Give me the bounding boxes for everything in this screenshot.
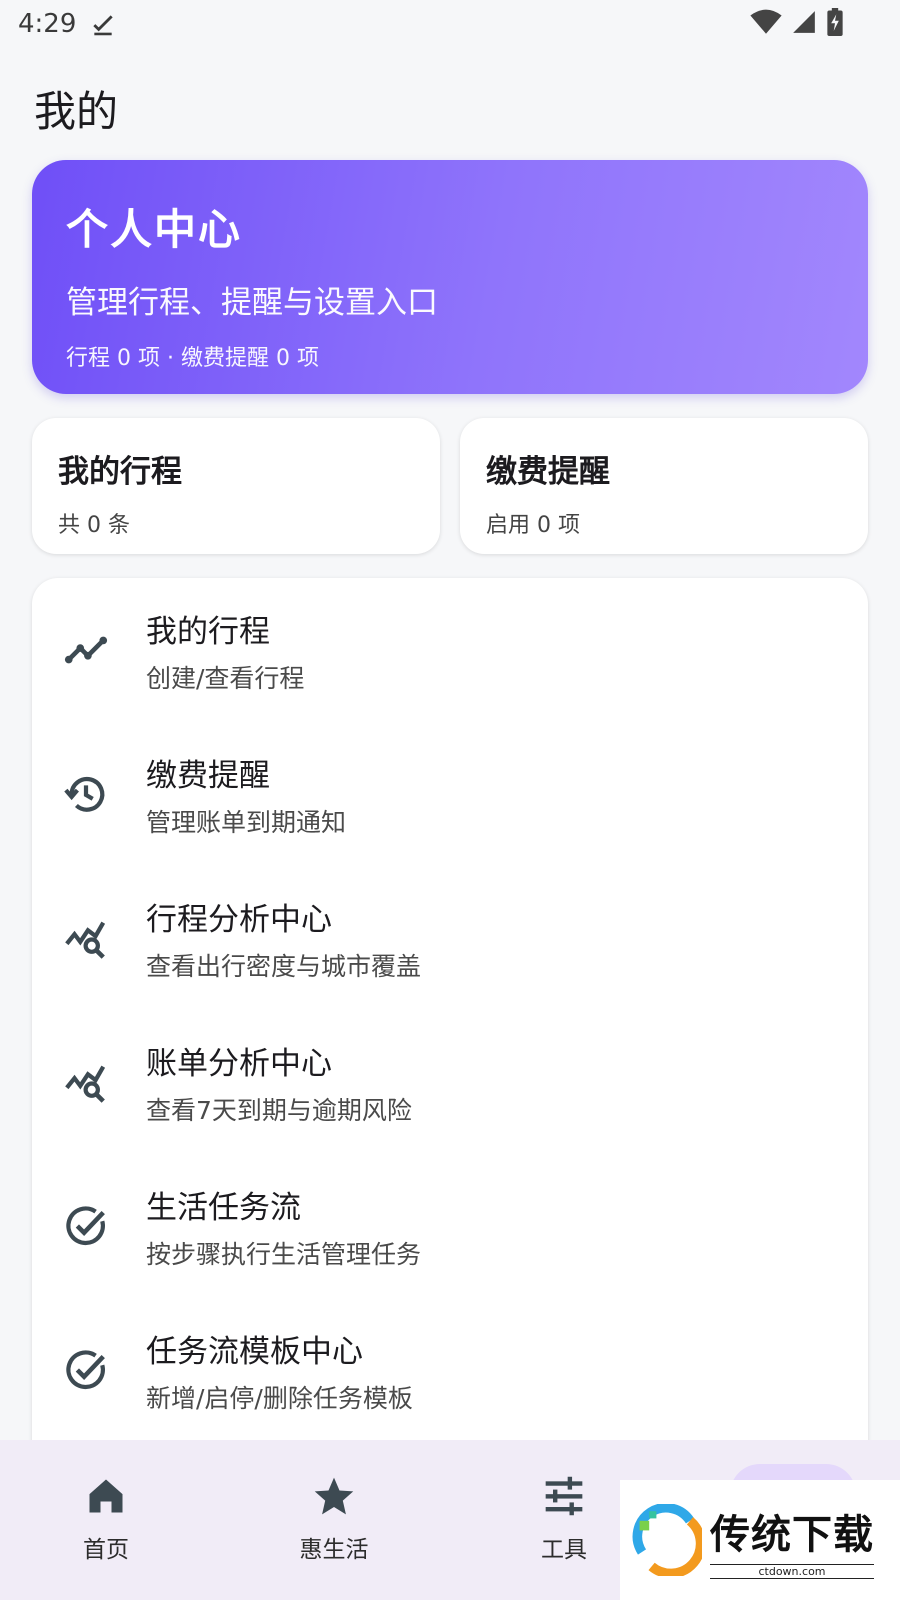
profile-hero-card: 个人中心 管理行程、提醒与设置入口 行程 0 项 · 缴费提醒 0 项	[32, 160, 868, 394]
menu-item-subtitle: 按步骤执行生活管理任务	[146, 1239, 422, 1269]
hero-subtitle: 管理行程、提醒与设置入口	[66, 285, 438, 321]
bills-summary-title: 缴费提醒	[486, 454, 610, 490]
menu-item-title: 行程分析中心	[146, 901, 332, 938]
star-icon	[274, 1470, 394, 1522]
menu-item-subtitle: 管理账单到期通知	[146, 807, 347, 837]
watermark-name: 传统下载	[710, 1511, 874, 1558]
nav-home[interactable]: 首页	[46, 1470, 166, 1564]
menu-item-trip-analytics[interactable]: 行程分析中心 查看出行密度与城市覆盖	[32, 866, 868, 1010]
history-icon	[62, 770, 110, 818]
menu-item-my-trips[interactable]: 我的行程 创建/查看行程	[32, 578, 868, 722]
tune-icon	[504, 1470, 624, 1522]
menu-item-subtitle: 查看7天到期与逾期风险	[146, 1095, 412, 1125]
menu-item-title: 我的行程	[146, 613, 270, 650]
menu-item-life-task-flow[interactable]: 生活任务流 按步骤执行生活管理任务	[32, 1154, 868, 1298]
summary-cards: 我的行程 共 0 条 缴费提醒 启用 0 项	[32, 418, 868, 554]
watermark-url: ctdown.com	[710, 1563, 874, 1579]
nav-life-label: 惠生活	[299, 1537, 369, 1563]
signal-icon	[793, 11, 815, 33]
menu-item-bill-analytics[interactable]: 账单分析中心 查看7天到期与逾期风险	[32, 1010, 868, 1154]
check-circle-icon	[62, 1202, 110, 1250]
nav-tools[interactable]: 工具	[504, 1470, 624, 1564]
wifi-icon	[750, 9, 782, 34]
query-stats-icon	[62, 914, 110, 962]
menu-item-bill-reminders[interactable]: 缴费提醒 管理账单到期通知	[32, 722, 868, 866]
hero-title: 个人中心	[66, 205, 243, 254]
trips-summary-card[interactable]: 我的行程 共 0 条	[32, 418, 440, 554]
query-stats-icon	[62, 1058, 110, 1106]
trips-summary-count: 共 0 条	[58, 513, 130, 538]
menu-item-title: 生活任务流	[146, 1189, 301, 1226]
menu-item-subtitle: 创建/查看行程	[146, 663, 305, 693]
status-bar: 4:29	[0, 0, 900, 48]
menu-item-subtitle: 查看出行密度与城市覆盖	[146, 951, 422, 981]
nav-tools-label: 工具	[541, 1537, 587, 1563]
bills-summary-count: 启用 0 项	[486, 513, 580, 538]
menu-item-subtitle: 新增/启停/删除任务模板	[146, 1383, 413, 1413]
trips-summary-title: 我的行程	[58, 454, 182, 490]
nav-home-label: 首页	[83, 1537, 129, 1563]
menu-list: 我的行程 创建/查看行程 缴费提醒 管理账单到期通知 行程分析中心 查看出行密度…	[32, 578, 868, 1478]
home-icon	[46, 1470, 166, 1522]
menu-item-title: 账单分析中心	[146, 1045, 332, 1082]
download-done-icon	[93, 15, 114, 36]
menu-item-task-templates[interactable]: 任务流模板中心 新增/启停/删除任务模板	[32, 1298, 868, 1442]
nav-life[interactable]: 惠生活	[274, 1470, 394, 1564]
watermark-logo-icon	[632, 1504, 702, 1576]
watermark-logo: 传统下载 ctdown.com	[620, 1480, 900, 1600]
battery-icon	[827, 8, 843, 36]
hero-stats: 行程 0 项 · 缴费提醒 0 项	[66, 346, 319, 371]
menu-item-title: 任务流模板中心	[146, 1333, 363, 1370]
trend-line-icon	[62, 626, 110, 674]
check-circle-icon	[62, 1346, 110, 1394]
status-time: 4:29	[18, 9, 77, 39]
page-title: 我的	[34, 87, 119, 136]
menu-item-title: 缴费提醒	[146, 757, 270, 794]
bills-summary-card[interactable]: 缴费提醒 启用 0 项	[460, 418, 868, 554]
